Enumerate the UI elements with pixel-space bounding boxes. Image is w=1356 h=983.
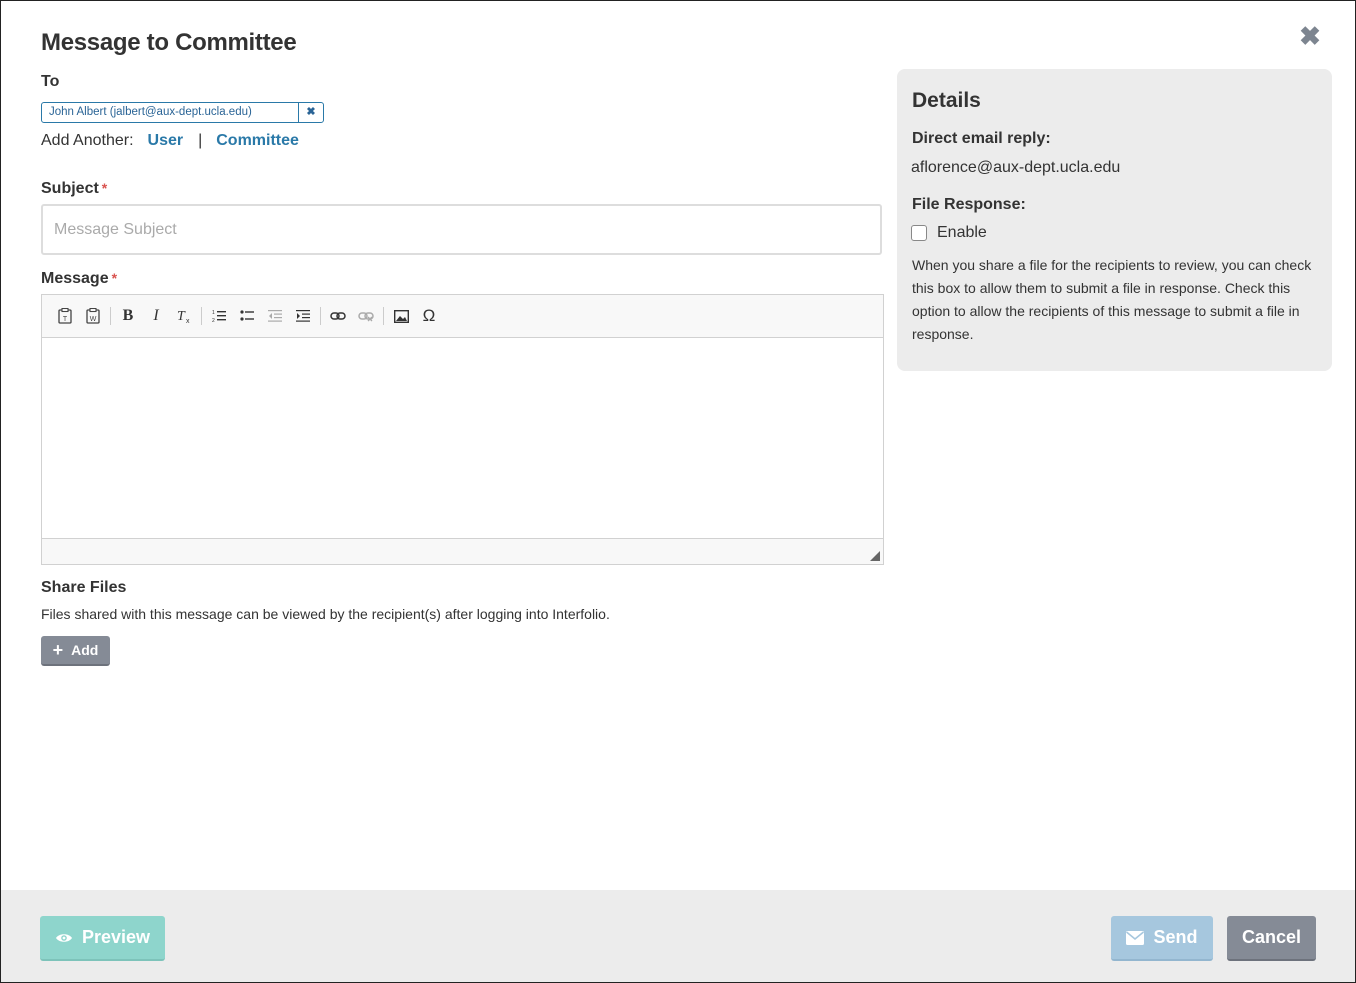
remove-recipient-icon[interactable]: ✖ xyxy=(298,103,323,122)
file-response-label: File Response: xyxy=(912,196,1026,213)
special-character-icon[interactable]: Ω xyxy=(415,304,443,328)
to-label: To xyxy=(41,73,60,90)
add-another-label: Add Another: xyxy=(41,132,134,149)
add-committee-link[interactable]: Committee xyxy=(216,132,299,150)
rich-text-editor: T W B I Tx 12 Ω xyxy=(41,294,884,565)
svg-text:x: x xyxy=(186,318,190,324)
message-dialog: Message to Committee ✖ To John Albert (j… xyxy=(0,0,1356,983)
details-panel: Details Direct email reply: aflorence@au… xyxy=(897,69,1332,371)
recipient-tag: John Albert (jalbert@aux-dept.ucla.edu) … xyxy=(41,102,324,123)
bulleted-list-icon[interactable] xyxy=(233,304,261,328)
add-file-label: Add xyxy=(71,642,99,658)
direct-reply-email: aflorence@aux-dept.ucla.edu xyxy=(911,159,1121,176)
message-body-input[interactable] xyxy=(42,338,883,538)
preview-label: Preview xyxy=(81,927,151,947)
paste-text-icon[interactable]: T xyxy=(51,304,79,328)
preview-button[interactable]: Preview xyxy=(40,916,165,961)
share-files-title: Share Files xyxy=(41,579,127,596)
subject-input[interactable] xyxy=(41,204,882,255)
required-mark: * xyxy=(111,270,118,286)
resize-handle-icon[interactable] xyxy=(870,551,880,561)
cancel-label: Cancel xyxy=(1241,927,1302,947)
dialog-title: Message to Committee xyxy=(41,29,297,56)
svg-text:W: W xyxy=(90,316,97,323)
message-label: Message * xyxy=(41,270,117,288)
envelope-icon xyxy=(1126,930,1145,945)
toolbar-separator xyxy=(383,307,384,325)
add-file-button[interactable]: + Add xyxy=(41,636,110,666)
recipient-name: John Albert (jalbert@aux-dept.ucla.edu) xyxy=(49,106,252,118)
message-label-text: Message xyxy=(41,270,109,287)
send-label: Send xyxy=(1153,927,1198,947)
bold-icon[interactable]: B xyxy=(114,304,142,328)
enable-checkbox[interactable] xyxy=(911,225,927,241)
italic-icon[interactable]: I xyxy=(142,304,170,328)
indent-icon[interactable] xyxy=(289,304,317,328)
paste-word-icon[interactable]: W xyxy=(79,304,107,328)
dialog-footer: Preview Send Cancel xyxy=(1,890,1355,982)
direct-reply-label: Direct email reply: xyxy=(912,130,1051,147)
toolbar-separator xyxy=(201,307,202,325)
svg-text:T: T xyxy=(177,309,186,324)
file-response-help-text: When you share a file for the recipients… xyxy=(912,257,1312,342)
details-title: Details xyxy=(912,89,981,112)
numbered-list-icon[interactable]: 12 xyxy=(205,304,233,328)
send-button[interactable]: Send xyxy=(1111,916,1213,961)
share-files-description: Files shared with this message can be vi… xyxy=(41,606,610,622)
cancel-button[interactable]: Cancel xyxy=(1227,916,1316,961)
svg-text:2: 2 xyxy=(212,318,215,323)
plus-icon: + xyxy=(52,640,64,660)
close-icon[interactable]: ✖ xyxy=(1297,23,1323,49)
editor-toolbar: T W B I Tx 12 Ω xyxy=(42,295,883,338)
enable-file-response-row: Enable xyxy=(911,224,987,242)
enable-label[interactable]: Enable xyxy=(937,224,987,242)
required-mark: * xyxy=(101,180,108,196)
svg-text:1: 1 xyxy=(212,310,215,316)
toolbar-separator xyxy=(110,307,111,325)
remove-format-icon[interactable]: Tx xyxy=(170,304,198,328)
link-icon[interactable] xyxy=(324,304,352,328)
toolbar-separator xyxy=(320,307,321,325)
add-another-row: Add Another: User | Committee xyxy=(41,132,299,150)
unlink-icon[interactable] xyxy=(352,304,380,328)
eye-icon xyxy=(55,932,73,944)
image-icon[interactable] xyxy=(387,304,415,328)
outdent-icon[interactable] xyxy=(261,304,289,328)
link-separator: | xyxy=(198,132,203,149)
subject-label: Subject * xyxy=(41,180,107,198)
add-user-link[interactable]: User xyxy=(148,132,184,150)
svg-text:T: T xyxy=(63,316,68,323)
editor-status-bar xyxy=(42,538,883,564)
subject-label-text: Subject xyxy=(41,180,99,197)
